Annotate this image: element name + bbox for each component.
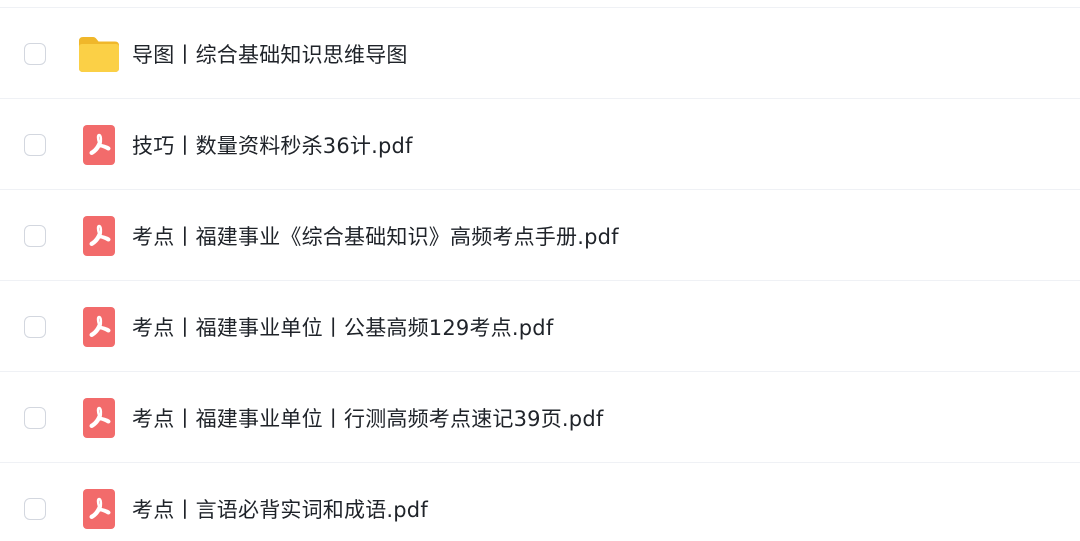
row-checkbox[interactable] <box>24 406 46 429</box>
file-row-pdf[interactable]: 考点丨福建事业单位丨公基高频129考点.pdf <box>0 281 1080 372</box>
file-row-pdf[interactable]: 考点丨言语必背实词和成语.pdf <box>0 463 1080 541</box>
pdf-icon <box>77 124 121 165</box>
file-row-pdf[interactable]: 考点丨福建事业单位丨行测高频考点速记39页.pdf <box>0 372 1080 463</box>
file-name[interactable]: 考点丨福建事业《综合基础知识》高频考点手册.pdf <box>132 221 619 251</box>
folder-icon <box>77 34 121 74</box>
pdf-icon <box>77 488 121 529</box>
row-checkbox[interactable] <box>24 133 46 156</box>
pdf-icon <box>77 215 121 256</box>
row-checkbox[interactable] <box>24 497 46 520</box>
row-checkbox[interactable] <box>24 42 46 65</box>
file-row-folder[interactable]: 导图丨综合基础知识思维导图 <box>0 8 1080 99</box>
file-list: 导图丨综合基础知识思维导图 技巧丨数量资料秒杀36计.pdf 考点丨福建事业《综… <box>0 0 1080 541</box>
file-row-pdf[interactable]: 考点丨福建事业《综合基础知识》高频考点手册.pdf <box>0 190 1080 281</box>
file-name[interactable]: 考点丨福建事业单位丨行测高频考点速记39页.pdf <box>132 403 603 433</box>
pdf-icon <box>77 397 121 438</box>
pdf-icon <box>77 306 121 347</box>
file-row-pdf[interactable]: 技巧丨数量资料秒杀36计.pdf <box>0 99 1080 190</box>
row-checkbox[interactable] <box>24 224 46 247</box>
file-name[interactable]: 考点丨福建事业单位丨公基高频129考点.pdf <box>132 312 553 342</box>
file-name[interactable]: 导图丨综合基础知识思维导图 <box>132 39 408 69</box>
row-checkbox[interactable] <box>24 315 46 338</box>
file-name[interactable]: 考点丨言语必背实词和成语.pdf <box>132 494 428 524</box>
file-name[interactable]: 技巧丨数量资料秒杀36计.pdf <box>132 130 413 160</box>
